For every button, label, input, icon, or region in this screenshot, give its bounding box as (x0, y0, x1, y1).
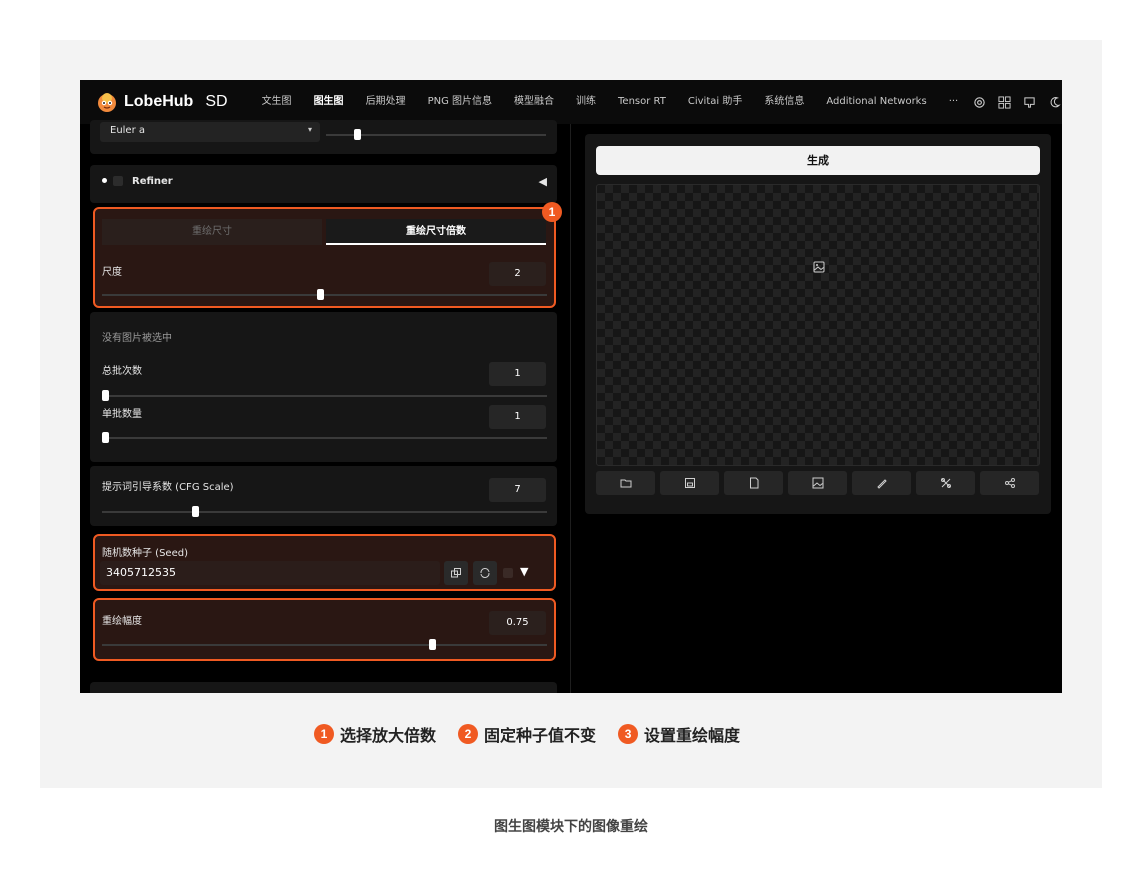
more-tabs-button[interactable]: ··· (949, 80, 959, 124)
batch-size-label: 单批数量 (102, 409, 142, 420)
tab-train[interactable]: 训练 (576, 80, 596, 124)
bullet-icon (102, 178, 107, 183)
open-folder-button[interactable] (596, 471, 655, 495)
highlight-box-3 (93, 598, 556, 661)
image-icon (812, 477, 823, 489)
batch-count-label: 总批次数 (102, 366, 142, 377)
save-button[interactable] (660, 471, 719, 495)
annotation-marker-1: 1 (542, 202, 562, 222)
legend-text-2: 固定种子值不变 (484, 726, 597, 745)
lobehub-logo-icon (96, 91, 118, 113)
refiner-checkbox[interactable] (113, 176, 123, 186)
annotation-legend: 1 选择放大倍数 2 固定种子值不变 3 设置重绘幅度 (314, 722, 762, 746)
zip-icon (749, 477, 758, 489)
tab-txt2img[interactable]: 文生图 (262, 80, 292, 124)
sampler-select[interactable]: Euler a ▾ (100, 122, 320, 142)
save-icon (684, 478, 695, 488)
grid-icon[interactable] (997, 95, 1011, 109)
batch-size-track[interactable] (102, 437, 547, 439)
generate-button[interactable]: 生成 (596, 146, 1040, 175)
highlight-box-2 (93, 534, 556, 591)
legend-item-2: 2 固定种子值不变 (458, 722, 596, 746)
tab-img2img[interactable]: 图生图 (313, 80, 344, 124)
share-icon (1004, 478, 1015, 488)
tab-tensor-rt[interactable]: Tensor RT (618, 80, 666, 124)
send-to-img2img-button[interactable] (788, 471, 847, 495)
next-panel-edge (90, 682, 557, 693)
legend-text-1: 选择放大倍数 (340, 726, 437, 745)
batch-size-input[interactable]: 1 (489, 405, 546, 429)
batch-size-thumb[interactable] (102, 432, 109, 443)
legend-text-3: 设置重绘幅度 (644, 726, 741, 745)
nav-icon-group (972, 95, 1062, 109)
github-icon[interactable] (1022, 95, 1036, 109)
tab-civitai-helper[interactable]: Civitai 助手 (688, 80, 742, 124)
zip-button[interactable] (724, 471, 783, 495)
tab-checkpoint-merger[interactable]: 模型融合 (514, 80, 554, 124)
tab-system-info[interactable]: 系统信息 (764, 80, 804, 124)
cfg-input[interactable]: 7 (489, 478, 546, 502)
no-image-text: 没有图片被选中 (102, 333, 172, 344)
folder-icon (620, 479, 631, 488)
legend-number-1: 1 (314, 724, 334, 744)
refiner-label: Refiner (132, 176, 173, 187)
brand[interactable]: LobeHub SD (96, 91, 228, 113)
output-preview (596, 184, 1040, 466)
legend-number-2: 2 (458, 724, 479, 744)
batch-count-input[interactable]: 1 (489, 362, 546, 386)
highlight-box-1 (93, 207, 556, 308)
legend-item-1: 1 选择放大倍数 (314, 722, 436, 746)
batch-count-track[interactable] (102, 395, 547, 397)
cfg-label: 提示词引导系数 (CFG Scale) (102, 482, 234, 493)
sampler-value: Euler a (110, 125, 146, 136)
sampler-panel: Euler a ▾ (90, 120, 557, 154)
tab-additional-networks[interactable]: Additional Networks (826, 80, 926, 124)
batch-count-thumb[interactable] (102, 390, 109, 401)
send-to-inpaint-button[interactable] (852, 471, 911, 495)
cfg-track[interactable] (102, 511, 547, 513)
moon-icon[interactable] (1047, 95, 1061, 109)
openai-icon[interactable] (972, 95, 986, 109)
column-divider (570, 124, 571, 693)
top-nav: LobeHub SD 文生图 图生图 后期处理 PNG 图片信息 模型融合 训练… (80, 80, 1062, 124)
brand-name: LobeHub (124, 93, 194, 110)
tab-png-info[interactable]: PNG 图片信息 (428, 80, 492, 124)
cfg-thumb[interactable] (192, 506, 199, 517)
app-screenshot: LobeHub SD 文生图 图生图 后期处理 PNG 图片信息 模型融合 训练… (80, 80, 1062, 693)
cfg-panel (90, 466, 557, 526)
brand-suffix: SD (205, 93, 228, 110)
brush-icon (876, 479, 887, 489)
collapse-arrow-icon[interactable]: ◀ (539, 175, 547, 188)
send-to-extras-button[interactable] (916, 471, 975, 495)
share-button[interactable] (980, 471, 1039, 495)
legend-item-3: 3 设置重绘幅度 (618, 722, 740, 746)
sampling-steps-thumb[interactable] (354, 129, 361, 140)
chevron-down-icon: ▾ (307, 125, 312, 134)
figure-caption: 图生图模块下的图像重绘 (494, 819, 648, 835)
main-tabs: 文生图 图生图 后期处理 PNG 图片信息 模型融合 训练 Tensor RT … (262, 80, 973, 124)
refiner-panel[interactable]: Refiner ◀ (90, 165, 557, 203)
tab-extras[interactable]: 后期处理 (366, 80, 406, 124)
legend-number-3: 3 (618, 724, 639, 744)
extras-icon (940, 478, 951, 488)
image-placeholder-icon (813, 261, 825, 273)
